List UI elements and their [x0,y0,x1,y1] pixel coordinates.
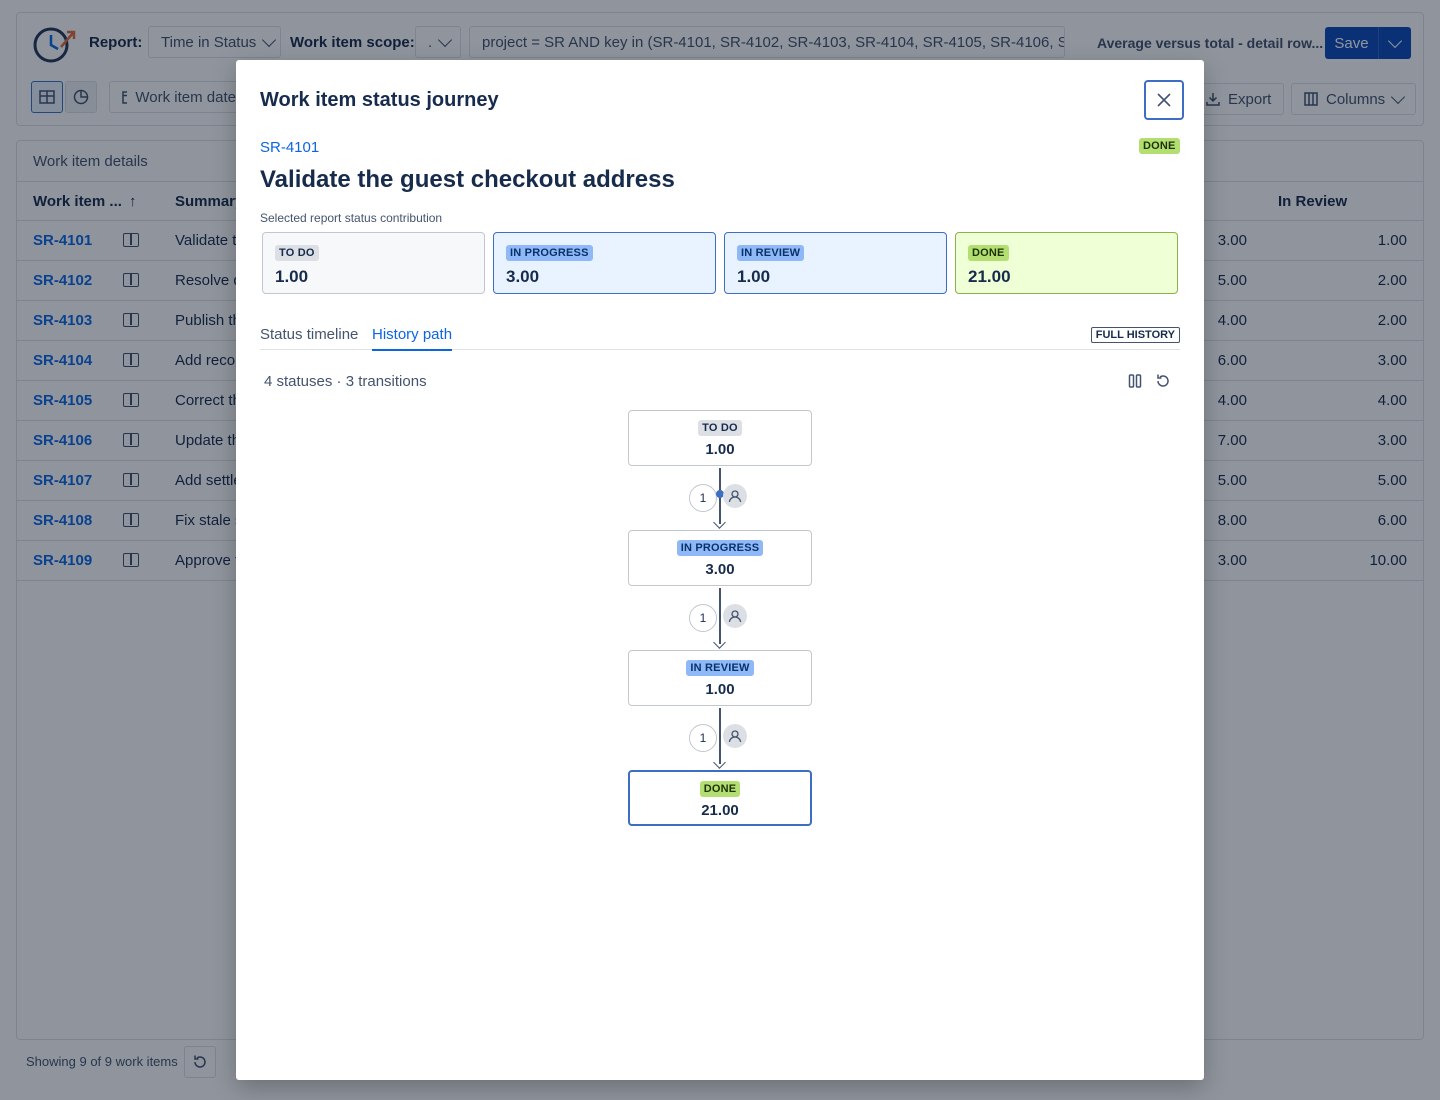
status-lozenge: TO DO [698,420,742,436]
status-lozenge: IN PROGRESS [676,540,764,556]
arrow-down-icon [713,636,726,649]
transition-edge: 1 [689,588,747,652]
contribution-card-in-progress[interactable]: IN PROGRESS 3.00 [493,232,716,294]
transition-count[interactable]: 1 [689,724,717,752]
replay-icon [1157,374,1169,387]
history-path-diagram: TO DO 1.00 1 IN PROGRESS 3.00 1 IN REVIE… [628,410,812,830]
replay-button[interactable] [1154,372,1172,390]
issue-status-badge: DONE [1139,138,1180,154]
tab-status-timeline[interactable]: Status timeline [260,326,358,349]
contribution-card-todo[interactable]: TO DO 1.00 [262,232,485,294]
contribution-value: 1.00 [275,267,309,286]
pause-icon [1128,374,1142,388]
close-button[interactable] [1144,80,1184,120]
transition-count[interactable]: 1 [689,604,717,632]
pause-button[interactable] [1126,372,1144,390]
user-icon[interactable] [723,604,747,628]
status-lozenge: TO DO [275,245,319,261]
path-node-done[interactable]: DONE 21.00 [628,770,812,826]
contribution-card-done[interactable]: DONE 21.00 [955,232,1178,294]
path-node-todo[interactable]: TO DO 1.00 [628,410,812,466]
contribution-card-in-review[interactable]: IN REVIEW 1.00 [724,232,947,294]
contribution-value: 3.00 [506,267,540,286]
user-icon[interactable] [723,484,747,508]
contribution-value: 21.00 [968,267,1011,286]
status-lozenge: IN PROGRESS [506,245,593,261]
transition-edge: 1 [689,468,747,532]
node-value: 1.00 [705,681,735,698]
close-icon [1157,93,1171,107]
status-lozenge: IN REVIEW [737,245,805,261]
issue-summary: Validate the guest checkout address [260,166,675,193]
transition-count[interactable]: 1 [689,484,717,512]
status-lozenge: IN REVIEW [686,660,754,676]
arrow-down-icon [713,516,726,529]
arrow-down-icon [713,756,726,769]
transition-edge: 1 [689,708,747,772]
issue-key-link[interactable]: SR-4101 [260,139,319,156]
contribution-label: Selected report status contribution [260,211,443,225]
status-journey-modal: Work item status journey SR-4101 DONE Va… [236,60,1204,1080]
path-node-in-review[interactable]: IN REVIEW 1.00 [628,650,812,706]
path-summary: 4 statuses · 3 transitions [264,373,427,390]
tab-history-path[interactable]: History path [372,326,453,351]
node-value: 3.00 [705,561,735,578]
contribution-value: 1.00 [737,267,771,286]
user-icon[interactable] [723,724,747,748]
node-value: 1.00 [705,441,735,458]
full-history-badge[interactable]: FULL HISTORY [1090,327,1180,343]
path-node-in-progress[interactable]: IN PROGRESS 3.00 [628,530,812,586]
modal-title: Work item status journey [260,89,499,111]
node-value: 21.00 [701,802,739,819]
journey-tabs: Status timeline History path FULL HISTOR… [260,322,1180,351]
status-lozenge: DONE [699,781,741,797]
status-lozenge: DONE [968,245,1009,261]
